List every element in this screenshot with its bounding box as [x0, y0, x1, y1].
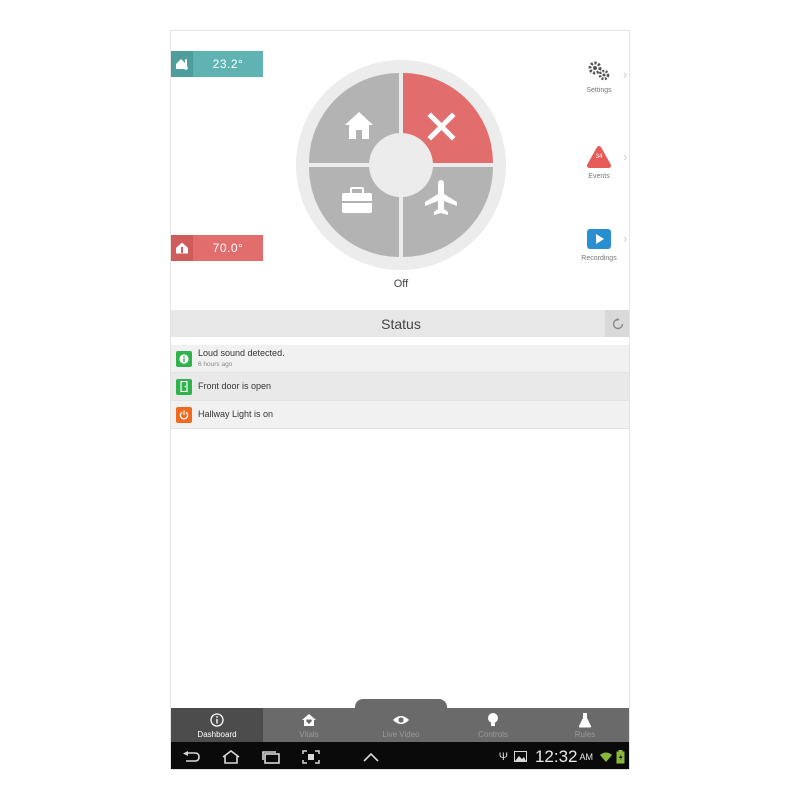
home-heart-icon	[301, 712, 317, 728]
mode-dial	[295, 59, 507, 271]
alert-triangle-icon: 34	[571, 143, 627, 171]
events-label: Events	[588, 173, 610, 180]
indoor-temperature-badge[interactable]: 23.2°	[171, 51, 263, 77]
tab-rules[interactable]: Rules	[539, 708, 629, 742]
chevron-up-icon	[363, 752, 379, 762]
status-title: Status	[381, 315, 421, 332]
mode-status-label: Off	[393, 278, 409, 290]
bottom-tab-bar: Dashboard Vitals Live Video Controls Rul…	[171, 708, 629, 742]
tab-vitals[interactable]: Vitals	[263, 708, 355, 742]
list-item[interactable]: Loud sound detected. 6 hours ago	[171, 345, 629, 373]
home-button[interactable]	[211, 742, 251, 769]
status-item-text: Front door is open	[198, 381, 272, 391]
flask-icon	[578, 712, 592, 728]
tab-controls[interactable]: Controls	[447, 708, 539, 742]
setpoint-temperature-value: 70.0°	[212, 241, 244, 255]
events-count-badge: 34	[595, 154, 603, 160]
battery-icon	[616, 749, 625, 763]
tab-label: Live Video	[382, 729, 420, 739]
status-item-time: 6 hours ago	[198, 360, 233, 368]
settings-label: Settings	[586, 87, 612, 94]
chevron-right-icon: ›	[623, 149, 628, 164]
tab-dashboard[interactable]: Dashboard	[171, 708, 263, 742]
door-icon	[176, 378, 192, 395]
indoor-temperature-value: 23.2°	[212, 57, 244, 71]
status-item-text: Loud sound detected.	[198, 347, 285, 358]
recordings-button[interactable]: Recordings	[571, 225, 627, 262]
collapse-keyboard-button[interactable]	[351, 742, 391, 769]
tab-label: Controls	[478, 729, 508, 739]
back-icon	[183, 750, 200, 762]
home-outline-icon	[222, 749, 240, 764]
system-navigation-bar: Ψ 12:32 AM	[171, 742, 629, 769]
settings-button[interactable]: Settings	[571, 57, 627, 94]
setpoint-temperature-badge[interactable]: 70.0°	[171, 235, 263, 261]
system-clock-ampm: AM	[579, 751, 594, 762]
refresh-icon	[612, 317, 624, 329]
recent-apps-icon	[262, 750, 280, 764]
chevron-right-icon: ›	[623, 67, 628, 82]
gears-icon	[571, 57, 627, 85]
lightbulb-icon	[487, 712, 499, 728]
dial-center	[369, 133, 433, 197]
power-icon	[176, 406, 192, 423]
screenshot-button[interactable]	[291, 742, 331, 769]
list-item[interactable]: Hallway Light is on	[171, 401, 629, 429]
recordings-label: Recordings	[581, 255, 617, 262]
tab-label: Dashboard	[197, 729, 237, 739]
eye-icon	[392, 712, 410, 728]
events-button[interactable]: 34 Events	[571, 143, 627, 180]
house-thermometer-icon	[171, 51, 193, 77]
house-thermostat-icon	[171, 235, 193, 261]
gallery-icon	[513, 751, 527, 762]
tab-label: Rules	[574, 729, 596, 739]
screenshot-icon	[302, 749, 320, 764]
play-icon	[571, 225, 627, 253]
app-screen: 23.2° 70.0° Off Settings › 34 Events › R…	[170, 30, 630, 770]
tab-live-video[interactable]: Live Video	[355, 708, 447, 742]
list-item[interactable]: Front door is open	[171, 373, 629, 401]
wifi-icon	[600, 752, 612, 762]
info-circle-icon	[210, 712, 224, 728]
refresh-button[interactable]	[605, 310, 629, 337]
chevron-right-icon: ›	[623, 231, 628, 246]
usb-icon: Ψ	[498, 750, 508, 763]
tab-label: Vitals	[299, 729, 319, 739]
info-icon	[176, 350, 192, 367]
status-header: Status	[171, 310, 629, 337]
status-list: Loud sound detected. 6 hours ago Front d…	[171, 345, 629, 429]
back-button[interactable]	[171, 742, 211, 769]
status-item-text: Hallway Light is on	[198, 409, 274, 419]
recent-apps-button[interactable]	[251, 742, 291, 769]
system-clock: 12:32	[534, 746, 578, 766]
